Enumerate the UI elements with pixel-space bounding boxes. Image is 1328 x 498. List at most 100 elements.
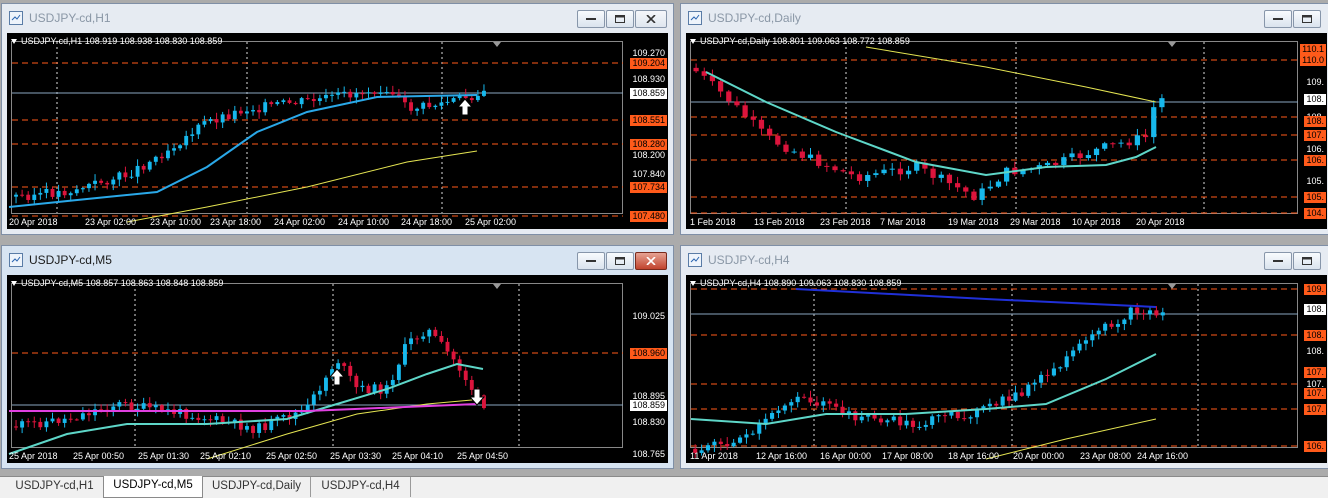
candle-body [281,100,286,103]
candle-body [770,413,775,419]
candle-body [795,396,800,403]
candle-body [117,172,122,180]
minimize-button[interactable] [577,10,605,28]
candle-body [987,186,993,189]
candle-body [62,418,67,423]
moving-average-slow [865,46,1157,103]
candle-body [214,119,219,123]
price-chart-h4[interactable]: USDJPY-cd,H4 108.890 109.063 108.830 108… [686,275,1327,463]
chart-shift-icon [493,284,501,289]
candle-body [74,419,79,421]
window-titlebar[interactable]: USDJPY-cd,H1 [2,4,673,33]
time-axis-label: 1 Feb 2018 [690,217,736,227]
collapse-triangle-icon[interactable] [11,39,17,45]
price-axis-label: 108. [1304,330,1326,341]
candle-body [767,128,773,136]
window-titlebar[interactable]: USDJPY-cd,H4 [681,246,1328,275]
time-axis-label: 24 Apr 16:00 [1137,451,1189,461]
candle-body [433,105,438,108]
maximize-button[interactable] [606,10,634,28]
candle-body [20,421,25,428]
ohlc-readout: USDJPY-cd,H4 108.890 109.063 108.830 108… [700,278,902,288]
maximize-button[interactable] [1293,252,1321,270]
candle-body [824,165,830,167]
candle-body [26,194,31,200]
candle-body [166,150,170,159]
candle-body [366,92,371,94]
chart-canvas [690,283,1298,460]
candle-body [421,102,426,109]
time-axis-label: 20 Apr 00:00 [1013,451,1065,461]
maximize-button[interactable] [1293,10,1321,28]
candle-body [135,165,140,177]
candle-body [807,154,814,158]
collapse-triangle-icon[interactable] [11,281,17,287]
candle-body [1051,368,1056,376]
chart-info-line: USDJPY-cd,Daily 108.801 109.063 108.772 … [690,36,910,46]
price-chart-daily[interactable]: USDJPY-cd,Daily 108.801 109.063 108.772 … [686,33,1327,229]
minimize-button[interactable] [1264,10,1292,28]
candle-body [123,172,128,178]
collapse-triangle-icon[interactable] [690,39,696,45]
candle-body [905,170,912,175]
time-axis-label: 25 Apr 02:10 [200,451,252,461]
candle-body [99,180,104,183]
candle-body [994,403,999,406]
close-button[interactable] [635,10,667,28]
candle-body [159,156,164,159]
chart-tabs-bar: USDJPY-cd,H1 USDJPY-cd,M5 USDJPY-cd,Dail… [0,476,1328,498]
price-chart-m5[interactable]: USDJPY-cd,M5 108.857 108.863 108.848 108… [7,275,668,463]
time-axis-label: 23 Apr 02:00 [85,217,137,227]
candle-body [775,135,781,145]
candle-body [889,168,895,170]
candle-body [445,101,450,103]
candle-body [238,110,243,114]
price-chart-h1[interactable]: USDJPY-cd,H1 108.919 108.938 108.830 108… [7,33,668,229]
candle-body [68,193,73,196]
candle-body [1071,350,1076,357]
maximize-button[interactable] [606,252,634,270]
minimize-button[interactable] [577,252,605,270]
candle-body [962,418,967,420]
candle-body [1026,384,1031,396]
arrow-up-icon [456,98,474,116]
candle-body [451,351,456,360]
chart-window-m5[interactable]: USDJPY-cd,M5 USDJPY-cd,M5 108.857 108.86… [1,245,674,469]
chart-window-h4[interactable]: USDJPY-cd,H4 USDJPY-cd,H4 108.890 109.06… [680,245,1328,469]
candle-body [208,419,213,421]
candle-body [214,416,219,420]
window-titlebar[interactable]: USDJPY-cd,M5 [2,246,673,275]
candle-body [68,418,73,420]
candle-body [750,116,756,120]
price-axis-label: 107. [1304,367,1326,378]
candle-body [469,380,474,390]
tab-usdjpy-daily[interactable]: USDJPY-cd,Daily [203,477,311,497]
candle-body [93,180,97,184]
tab-usdjpy-m5[interactable]: USDJPY-cd,M5 [103,476,203,498]
tab-usdjpy-h1[interactable]: USDJPY-cd,H1 [6,477,104,497]
candle-body [141,165,146,170]
candle-body [32,194,37,200]
candle-body [731,442,736,447]
collapse-triangle-icon[interactable] [690,281,696,287]
chart-window-h1[interactable]: USDJPY-cd,H1 USDJPY-cd,H1 108.919 108.93… [1,3,674,235]
window-titlebar[interactable]: USDJPY-cd,Daily [681,4,1328,33]
candle-body [275,102,280,105]
candle-body [311,394,316,405]
candle-body [1064,356,1069,368]
chart-info-line: USDJPY-cd,H1 108.919 108.938 108.830 108… [11,36,222,46]
candle-body [1135,307,1140,314]
chart-window-daily[interactable]: USDJPY-cd,Daily USDJPY-cd,Daily 108.801 … [680,3,1328,235]
price-axis-label: 107. [1304,404,1326,415]
candle-body [32,421,37,423]
candle-body [832,166,838,171]
close-button[interactable] [635,252,667,270]
candle-body [1053,162,1059,166]
candle-body [317,98,322,102]
tab-usdjpy-h4[interactable]: USDJPY-cd,H4 [311,477,411,497]
candle-body [80,413,85,420]
price-axis-label: 108.859 [630,400,667,411]
window-title: USDJPY-cd,M5 [29,253,112,267]
candle-body [872,414,877,419]
minimize-button[interactable] [1264,252,1292,270]
